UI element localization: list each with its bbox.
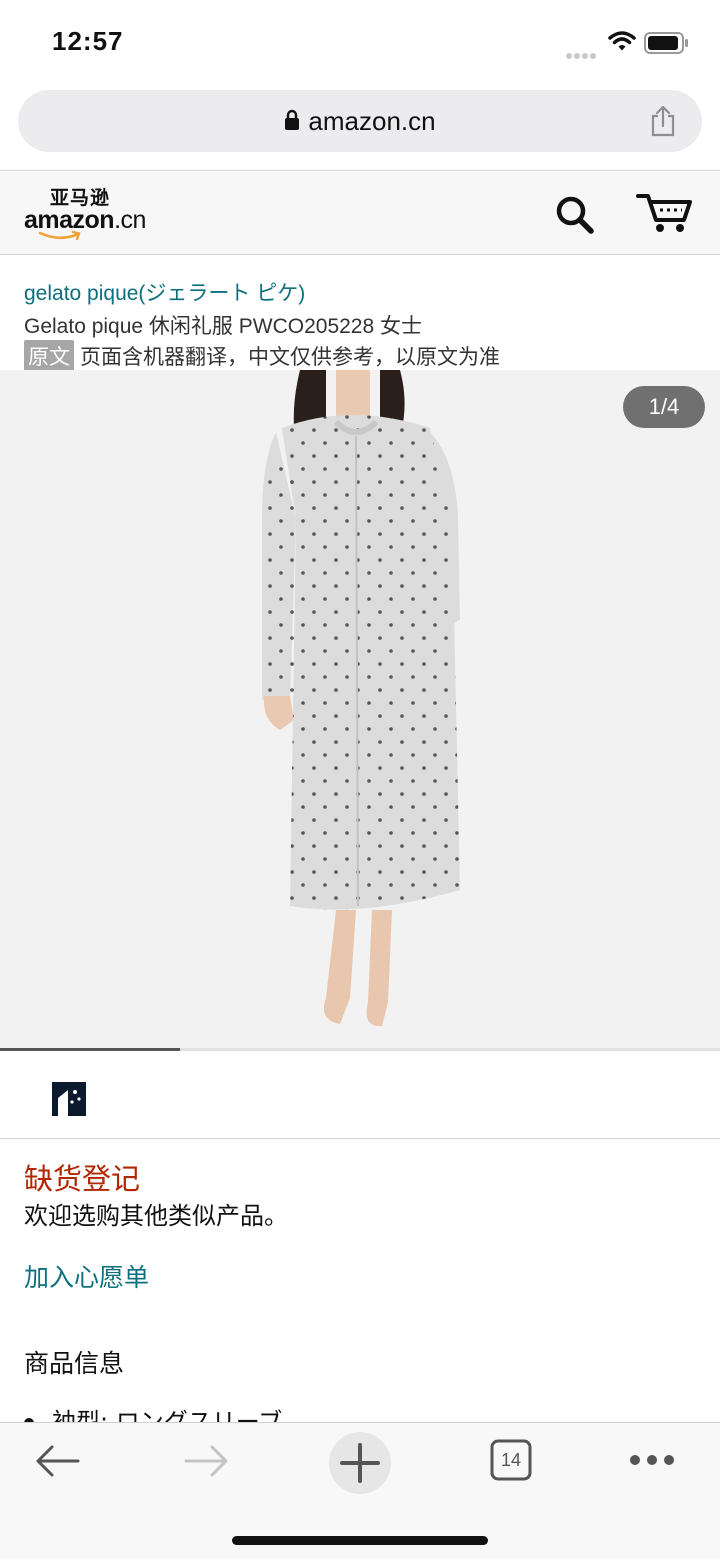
amazon-smile-icon xyxy=(38,230,81,241)
url-text: amazon.cn xyxy=(308,106,436,136)
translation-note: 页面含机器翻译，中文仅供参考，以原文为准 xyxy=(80,345,500,369)
more-options-icon[interactable] xyxy=(628,1453,676,1467)
tabs-button[interactable]: 14 xyxy=(490,1439,532,1481)
header-bottom-divider xyxy=(0,254,720,255)
address-bar[interactable]: amazon.cn xyxy=(18,90,702,152)
out-of-stock-message: 欢迎选购其他类似产品。 xyxy=(24,1202,288,1230)
brand-link[interactable]: gelato pique(ジェラート ピケ) xyxy=(24,277,305,307)
status-time: 12:57 xyxy=(52,26,124,56)
product-image xyxy=(262,370,460,1027)
back-arrow-icon[interactable] xyxy=(34,1443,80,1479)
product-image-carousel[interactable] xyxy=(0,370,720,1050)
url-display[interactable]: amazon.cn xyxy=(18,106,702,137)
search-icon[interactable] xyxy=(554,194,596,236)
dark-mode-toggle-icon[interactable] xyxy=(52,1082,86,1116)
tab-count: 14 xyxy=(500,1450,522,1470)
wifi-icon xyxy=(608,31,636,51)
new-tab-plus-icon[interactable] xyxy=(328,1431,392,1495)
original-text-button[interactable]: 原文 xyxy=(24,340,74,372)
out-of-stock-title: 缺货登记 xyxy=(24,1162,141,1196)
availability-divider xyxy=(0,1138,720,1139)
carousel-progress xyxy=(0,1048,180,1051)
share-icon[interactable] xyxy=(648,104,678,138)
add-to-wishlist-link[interactable]: 加入心愿单 xyxy=(24,1258,149,1294)
battery-icon xyxy=(644,32,688,54)
header-divider xyxy=(0,170,720,171)
logo-en-text: amazon.cn xyxy=(24,206,146,234)
cart-icon[interactable] xyxy=(636,190,694,236)
site-header: 亚马逊 amazon.cn xyxy=(0,172,720,254)
amazon-logo[interactable]: 亚马逊 amazon.cn xyxy=(24,187,146,241)
lock-icon xyxy=(285,109,300,131)
status-bar: 12:57 xyxy=(0,0,720,86)
forward-arrow-icon[interactable] xyxy=(184,1443,230,1479)
home-indicator[interactable] xyxy=(232,1536,488,1545)
signal-icon xyxy=(566,44,598,63)
image-page-counter: 1/4 xyxy=(623,386,705,428)
translation-notice: 原文 页面含机器翻译，中文仅供参考，以原文为准 xyxy=(24,340,500,372)
logo-cn-text: 亚马逊 xyxy=(50,187,111,209)
product-info-heading: 商品信息 xyxy=(24,1349,125,1378)
product-title: Gelato pique 休闲礼服 PWCO205228 女士 xyxy=(24,315,422,338)
